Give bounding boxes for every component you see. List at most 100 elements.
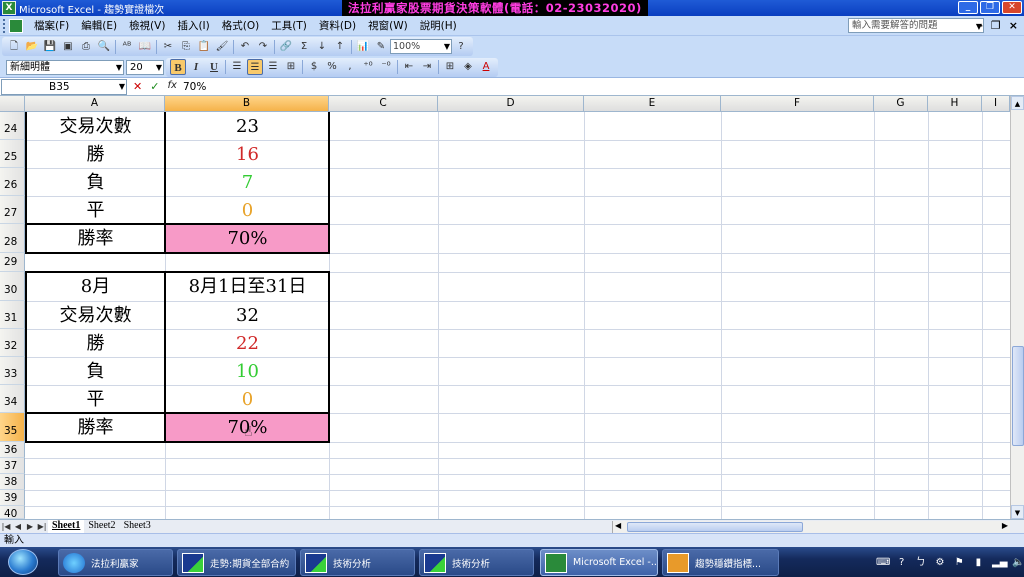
row-header-29[interactable]: 29 <box>0 253 25 272</box>
align-left-icon[interactable]: ☰ <box>229 59 245 75</box>
workbook-close-icon[interactable]: × <box>1009 19 1018 32</box>
bold-button[interactable]: B <box>170 59 186 75</box>
row-header-38[interactable]: 38 <box>0 474 25 490</box>
excel-icon[interactable]: X <box>2 1 16 15</box>
select-all-corner[interactable] <box>0 96 25 112</box>
close-button[interactable]: ✕ <box>1002 1 1022 14</box>
currency-button[interactable]: $ <box>306 59 322 75</box>
workbook-restore-icon[interactable]: ❐ <box>991 19 1001 32</box>
tab-sheet2[interactable]: Sheet2 <box>84 520 119 533</box>
decrease-indent-icon[interactable]: ⇤ <box>401 59 417 75</box>
comma-button[interactable]: , <box>342 59 358 75</box>
paste-icon[interactable]: 📋 <box>196 39 212 55</box>
next-sheet-icon[interactable]: ▶ <box>24 522 36 531</box>
menu-format[interactable]: 格式(O) <box>217 18 266 33</box>
prev-sheet-icon[interactable]: ◀ <box>12 522 24 531</box>
taskbar-item-analysis-2[interactable]: 技術分析 <box>419 549 534 576</box>
scroll-down-icon[interactable]: ▼ <box>1011 505 1024 519</box>
cell-a31[interactable]: 交易次數 <box>26 302 165 329</box>
scroll-up-icon[interactable]: ▲ <box>1011 96 1024 110</box>
underline-button[interactable]: U <box>206 59 222 75</box>
chevron-down-icon[interactable]: ▼ <box>444 40 450 53</box>
insert-function-button[interactable]: fx <box>167 80 176 93</box>
tab-sheet3[interactable]: Sheet3 <box>120 520 155 533</box>
column-header-b[interactable]: B <box>165 96 329 112</box>
format-painter-icon[interactable]: 🖌 <box>214 39 230 55</box>
flag-icon[interactable]: ⚑ <box>954 557 965 569</box>
settings-icon[interactable]: ⚙ <box>934 557 945 569</box>
menubar-grip[interactable] <box>3 18 6 33</box>
autosum-icon[interactable]: Σ <box>296 39 312 55</box>
row-header-39[interactable]: 39 <box>0 490 25 506</box>
save-icon[interactable]: 💾 <box>42 39 58 55</box>
menu-file[interactable]: 檔案(F) <box>29 18 76 33</box>
print-preview-icon[interactable]: 🔍 <box>96 39 112 55</box>
device-icon[interactable]: ▮ <box>973 557 984 569</box>
spelling-icon[interactable]: ᴬᴮ <box>119 39 135 55</box>
align-right-icon[interactable]: ☰ <box>265 59 281 75</box>
chevron-down-icon[interactable]: ▼ <box>119 80 125 94</box>
borders-icon[interactable]: ⊞ <box>442 59 458 75</box>
cell-b26[interactable]: 7 <box>166 169 329 196</box>
volume-icon[interactable]: 🔈 <box>1012 557 1024 569</box>
cell-a26[interactable]: 負 <box>26 169 165 196</box>
font-name-select[interactable]: 新細明體 ▼ <box>6 59 124 75</box>
cell-a33[interactable]: 負 <box>26 358 165 385</box>
taskbar-item-ferrari[interactable]: 法拉利贏家 <box>58 549 173 576</box>
scroll-left-icon[interactable]: ◀ <box>615 521 621 530</box>
row-header-33[interactable]: 33 <box>0 357 25 385</box>
row-header-37[interactable]: 37 <box>0 458 25 474</box>
cell-a34[interactable]: 平 <box>26 386 165 413</box>
scroll-thumb[interactable] <box>1012 346 1024 446</box>
column-header-e[interactable]: E <box>584 96 721 112</box>
cell-b30[interactable]: 8月1日至31日 <box>166 273 329 301</box>
chart-wizard-icon[interactable]: 📊 <box>355 39 371 55</box>
cell-a25[interactable]: 勝 <box>26 141 165 168</box>
scroll-right-icon[interactable]: ▶ <box>1002 521 1008 530</box>
zoom-select[interactable]: 100% ▼ <box>390 39 452 54</box>
cell-b27[interactable]: 0 <box>166 197 329 224</box>
menu-edit[interactable]: 編輯(E) <box>76 18 124 33</box>
row-header-30[interactable]: 30 <box>0 272 25 301</box>
row-header-24[interactable]: 24 <box>0 112 25 140</box>
input-method-icon[interactable]: ㄅ <box>915 557 926 569</box>
cell-a32[interactable]: 勝 <box>26 330 165 357</box>
copy-icon[interactable]: ⎘ <box>178 39 194 55</box>
column-header-c[interactable]: C <box>329 96 438 112</box>
cell-b24[interactable]: 23 <box>166 113 329 140</box>
taskbar-item-indicator[interactable]: 趨勢穩鑽指標... <box>662 549 779 576</box>
research-icon[interactable]: 📖 <box>137 39 153 55</box>
menu-window[interactable]: 視窗(W) <box>363 18 415 33</box>
row-header-36[interactable]: 36 <box>0 442 25 458</box>
drawing-icon[interactable]: ✎ <box>373 39 389 55</box>
chevron-down-icon[interactable]: ▼ <box>156 61 162 74</box>
undo-icon[interactable]: ↶ <box>237 39 253 55</box>
redo-icon[interactable]: ↷ <box>255 39 271 55</box>
column-header-d[interactable]: D <box>438 96 584 112</box>
cut-icon[interactable]: ✂ <box>160 39 176 55</box>
cell-a24[interactable]: 交易次數 <box>26 113 165 140</box>
row-header-28[interactable]: 28 <box>0 224 25 253</box>
help-search-input[interactable]: 輸入需要解答的問題 ▼ <box>848 18 984 33</box>
cell-b28[interactable]: 70% <box>166 225 329 253</box>
last-sheet-icon[interactable]: ▶| <box>36 522 48 531</box>
cell-a27[interactable]: 平 <box>26 197 165 224</box>
sort-descending-icon[interactable]: ↑ <box>332 39 348 55</box>
decrease-decimal-icon[interactable]: ⁻⁰ <box>378 59 394 75</box>
row-header-34[interactable]: 34 <box>0 385 25 413</box>
cell-a28[interactable]: 勝率 <box>26 225 165 253</box>
taskbar-item-analysis-1[interactable]: 技術分析 <box>300 549 415 576</box>
new-icon[interactable]: 🗋 <box>6 39 22 55</box>
hyperlink-icon[interactable]: 🔗 <box>278 39 294 55</box>
font-color-icon[interactable]: A <box>478 59 494 75</box>
cell-b25[interactable]: 16 <box>166 141 329 168</box>
cell-b32[interactable]: 22 <box>166 330 329 357</box>
workbook-minimize-icon[interactable]: – <box>977 19 983 32</box>
permission-icon[interactable]: ▣ <box>60 39 76 55</box>
percent-button[interactable]: % <box>324 59 340 75</box>
menu-view[interactable]: 檢視(V) <box>124 18 172 33</box>
keyboard-icon[interactable]: ⌨ <box>876 557 890 569</box>
scroll-thumb[interactable] <box>627 522 803 532</box>
row-header-32[interactable]: 32 <box>0 329 25 357</box>
minimize-button[interactable]: _ <box>958 1 978 14</box>
